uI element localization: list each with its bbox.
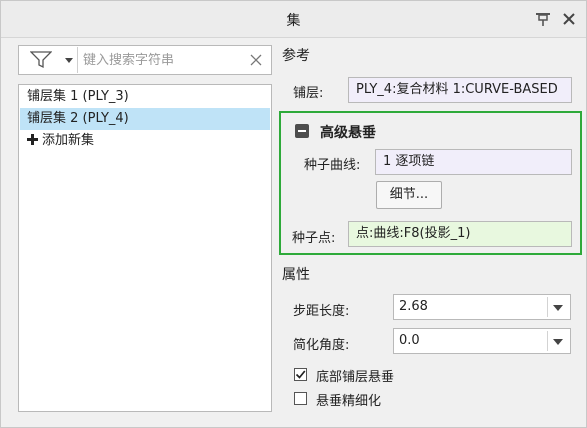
combo-separator	[547, 331, 548, 351]
list-item-ply-set-1[interactable]: 铺层集 1 (PLY_3)	[20, 86, 270, 108]
filter-dropdown-button[interactable]	[20, 47, 78, 73]
collapse-icon[interactable]	[295, 124, 309, 138]
seed-curve-label: 种子曲线:	[304, 158, 361, 173]
step-length-combo[interactable]: 2.68	[393, 294, 571, 320]
combo-separator	[547, 297, 548, 317]
simplify-angle-value: 0.0	[399, 333, 420, 348]
simplify-angle-label: 简化角度:	[293, 338, 350, 353]
plus-icon	[27, 134, 38, 145]
clear-icon[interactable]	[250, 54, 262, 66]
seed-curve-field[interactable]: 1 逐项链	[375, 149, 572, 175]
drape-refine-checkbox[interactable]	[294, 392, 307, 405]
advanced-drape-title: 高级悬垂	[320, 125, 376, 141]
seed-point-label: 种子点:	[292, 231, 336, 246]
properties-section-title: 属性	[282, 267, 310, 283]
dialog-title: 集	[286, 13, 301, 29]
details-button[interactable]: 细节...	[376, 181, 442, 209]
ply-field[interactable]: PLY_4:复合材料 1:CURVE-BASED	[348, 77, 572, 103]
drape-refine-label: 悬垂精细化	[316, 394, 382, 409]
seed-point-field[interactable]: 点:曲线:F8(投影_1)	[348, 221, 572, 247]
title-bar: 集	[1, 1, 586, 38]
chevron-down-icon[interactable]	[553, 305, 563, 311]
add-new-set-label: 添加新集	[42, 133, 95, 148]
sets-dialog: 集 铺层集 1 (PLY_3) 铺层集 2 (PLY_4) 添加新集 参考	[0, 0, 587, 428]
step-length-value: 2.68	[399, 299, 428, 314]
pin-icon[interactable]	[536, 12, 550, 26]
filter-icon	[30, 51, 52, 69]
chevron-down-icon	[65, 58, 73, 63]
search-input[interactable]	[83, 50, 243, 70]
close-icon[interactable]	[562, 12, 576, 26]
simplify-angle-combo[interactable]: 0.0	[393, 328, 571, 354]
add-new-set-button[interactable]: 添加新集	[20, 130, 94, 152]
list-item-ply-set-2[interactable]: 铺层集 2 (PLY_4)	[20, 108, 270, 130]
chevron-down-icon[interactable]	[553, 339, 563, 345]
step-length-label: 步距长度:	[293, 304, 350, 319]
ply-label: 铺层:	[293, 86, 324, 101]
check-icon	[295, 370, 306, 379]
search-box	[18, 45, 272, 75]
bottom-ply-drape-label: 底部铺层悬垂	[316, 370, 395, 385]
set-list: 铺层集 1 (PLY_3) 铺层集 2 (PLY_4) 添加新集	[18, 84, 272, 412]
reference-section-title: 参考	[282, 48, 310, 64]
bottom-ply-drape-checkbox[interactable]	[294, 368, 307, 381]
